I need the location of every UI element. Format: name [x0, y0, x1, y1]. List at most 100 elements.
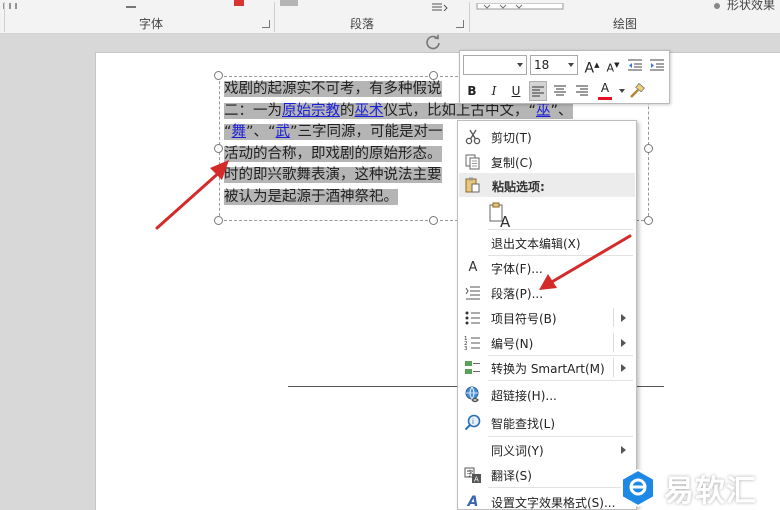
menu-item-font[interactable]: A 字体(F)...	[458, 255, 636, 280]
svg-text:A: A	[474, 476, 479, 484]
italic-button[interactable]: I	[485, 81, 503, 101]
font-color-button[interactable]: A	[596, 81, 614, 101]
resize-handle-bottom-right[interactable]	[644, 216, 653, 225]
paragraph-group-label: 段落	[350, 17, 375, 31]
text-run: ”三字同源，可能是对一	[290, 124, 443, 140]
hyperlink-text[interactable]: 原始宗教	[282, 103, 340, 119]
submenu-arrow-icon[interactable]	[621, 314, 626, 322]
text-run: 戏剧的起源实不可考，有多种假说	[224, 81, 442, 97]
hyperlink-text[interactable]: 舞	[232, 124, 247, 140]
menu-item-label: 退出文本编辑(X)	[491, 237, 581, 251]
align-right-icon[interactable]	[573, 81, 591, 101]
font-color-dropdown-icon[interactable]	[619, 89, 625, 93]
paragraph-dialog-launcher-icon[interactable]	[456, 20, 464, 28]
menu-item-label: 设置文字效果格式(S)...	[491, 496, 616, 510]
text-run: “	[224, 124, 232, 140]
menu-item-bullets[interactable]: 项目符号(B)	[458, 305, 636, 330]
submenu-arrow-icon[interactable]	[621, 364, 626, 372]
text-run: 二：一为	[224, 102, 282, 119]
submenu-divider	[613, 358, 614, 377]
submenu-arrow-icon[interactable]	[621, 339, 626, 347]
menu-item-synonyms[interactable]: 同义词(Y)	[458, 437, 636, 462]
text-run: ”、“	[246, 124, 276, 140]
menu-item-hyperlink[interactable]: 超链接(H)...	[458, 382, 636, 407]
font-color-glyph: A	[600, 81, 610, 95]
menu-item-label: 项目符号(B)	[491, 312, 557, 326]
clipboard-icon	[464, 176, 482, 197]
text-run: ”、	[550, 102, 573, 119]
resize-handle-bottom-mid[interactable]	[429, 216, 438, 225]
paste-keep-text-only-icon[interactable]: A	[488, 201, 514, 231]
ribbon-shapes-partial-icon	[476, 0, 566, 10]
ribbon-separator	[469, 2, 470, 32]
font-color-swatch	[598, 97, 612, 100]
hyperlink-text[interactable]: 巫	[536, 103, 551, 119]
ribbon-align-partial-icon	[430, 0, 448, 12]
font-name-dropdown-icon[interactable]	[517, 63, 523, 67]
watermark-logo-icon	[618, 468, 658, 508]
menu-item-label: 复制(C)	[491, 156, 533, 170]
decrease-indent-icon[interactable]	[626, 55, 644, 75]
font-a-icon: A	[468, 260, 478, 275]
menu-item-convert-smartart[interactable]: 转换为 SmartArt(M)	[458, 355, 636, 380]
menu-item-label: 剪切(T)	[491, 131, 532, 145]
menu-item-label: 智能查找(L)	[491, 417, 556, 431]
resize-handle-mid-right[interactable]	[644, 144, 653, 153]
font-size-combobox[interactable]: 18	[530, 55, 578, 75]
ribbon-shading-partial-icon	[280, 0, 298, 6]
svg-text:3: 3	[464, 346, 468, 352]
text-run: 被认为是起源于酒神祭祀。	[224, 188, 398, 205]
menu-item-label: 段落(P)...	[491, 287, 544, 301]
format-painter-icon[interactable]	[628, 81, 646, 101]
menu-item-exit-text-edit[interactable]: 退出文本编辑(X)	[458, 230, 636, 255]
hyperlink-text[interactable]: 巫术	[355, 103, 384, 119]
bold-button[interactable]: B	[463, 81, 481, 101]
drawing-group-label: 绘图	[613, 17, 638, 31]
resize-handle-bottom-left[interactable]	[214, 216, 223, 225]
menu-item-copy[interactable]: 复制(C)	[458, 149, 636, 174]
text-run: 时的即兴歌舞表演，这种说法主要	[224, 167, 442, 183]
menu-item-smart-lookup[interactable]: i 智能查找(L)	[458, 410, 636, 435]
menu-item-numbering[interactable]: 123 编号(N)	[458, 330, 636, 355]
underline-button[interactable]: U	[507, 81, 525, 101]
mini-toolbar: 18 A▲ A▼ B I U A	[459, 50, 670, 104]
selection-highlight: 戏剧的起源实不可考，有多种假说	[224, 81, 442, 97]
font-name-combobox[interactable]	[463, 55, 527, 75]
font-size-value: 18	[534, 58, 550, 72]
ribbon-separator	[274, 2, 275, 32]
text-effects-a-icon: A	[467, 494, 479, 510]
menu-item-label: 同义词(Y)	[491, 444, 544, 458]
menu-item-cut[interactable]: 剪切(T)	[458, 124, 636, 149]
menu-item-paragraph[interactable]: 段落(P)...	[458, 280, 636, 305]
rotate-handle-icon[interactable]	[424, 33, 442, 51]
align-left-icon[interactable]	[529, 81, 547, 101]
numbering-icon: 123	[464, 334, 482, 352]
submenu-arrow-icon[interactable]	[621, 446, 626, 454]
ribbon-font-partial-icon	[125, 0, 137, 8]
text-run: 的	[340, 102, 355, 119]
ribbon-separator	[4, 2, 5, 32]
resize-handle-mid-left[interactable]	[214, 144, 223, 153]
shrink-font-button[interactable]: A▼	[604, 55, 622, 75]
hyperlink-globe-icon	[464, 386, 482, 404]
text-run: 活动的合称，即戏剧的原始形态。	[224, 145, 442, 162]
paste-options-header: 粘贴选项:	[459, 173, 635, 197]
selection-highlight: 时的即兴歌舞表演，这种说法主要	[224, 167, 442, 183]
selection-highlight: “舞”、“武”三字同源，可能是对一	[224, 124, 443, 140]
menu-item-label: 编号(N)	[491, 337, 534, 351]
resize-handle-top-left[interactable]	[214, 71, 223, 80]
text-run: 仪式，比如上古中文，“	[383, 102, 537, 119]
context-menu: 剪切(T) 复制(C) 粘贴选项: A 退出文本编辑(X) A 字体(F)...…	[457, 120, 637, 510]
font-dialog-launcher-icon[interactable]	[262, 20, 270, 28]
ribbon-effects-icon	[710, 0, 724, 9]
align-center-icon[interactable]	[551, 81, 569, 101]
selection-highlight: 活动的合称，即戏剧的原始形态。	[224, 145, 442, 162]
menu-item-label: 超链接(H)...	[491, 389, 557, 403]
grow-font-button[interactable]: A▲	[583, 55, 601, 77]
shape-effects-label[interactable]: 形状效果	[727, 0, 775, 13]
hyperlink-text[interactable]: 武	[276, 124, 291, 140]
font-group-label: 字体	[139, 17, 164, 31]
increase-indent-icon[interactable]	[648, 55, 666, 75]
font-size-dropdown-icon[interactable]	[568, 63, 574, 67]
scissors-icon	[464, 128, 482, 146]
